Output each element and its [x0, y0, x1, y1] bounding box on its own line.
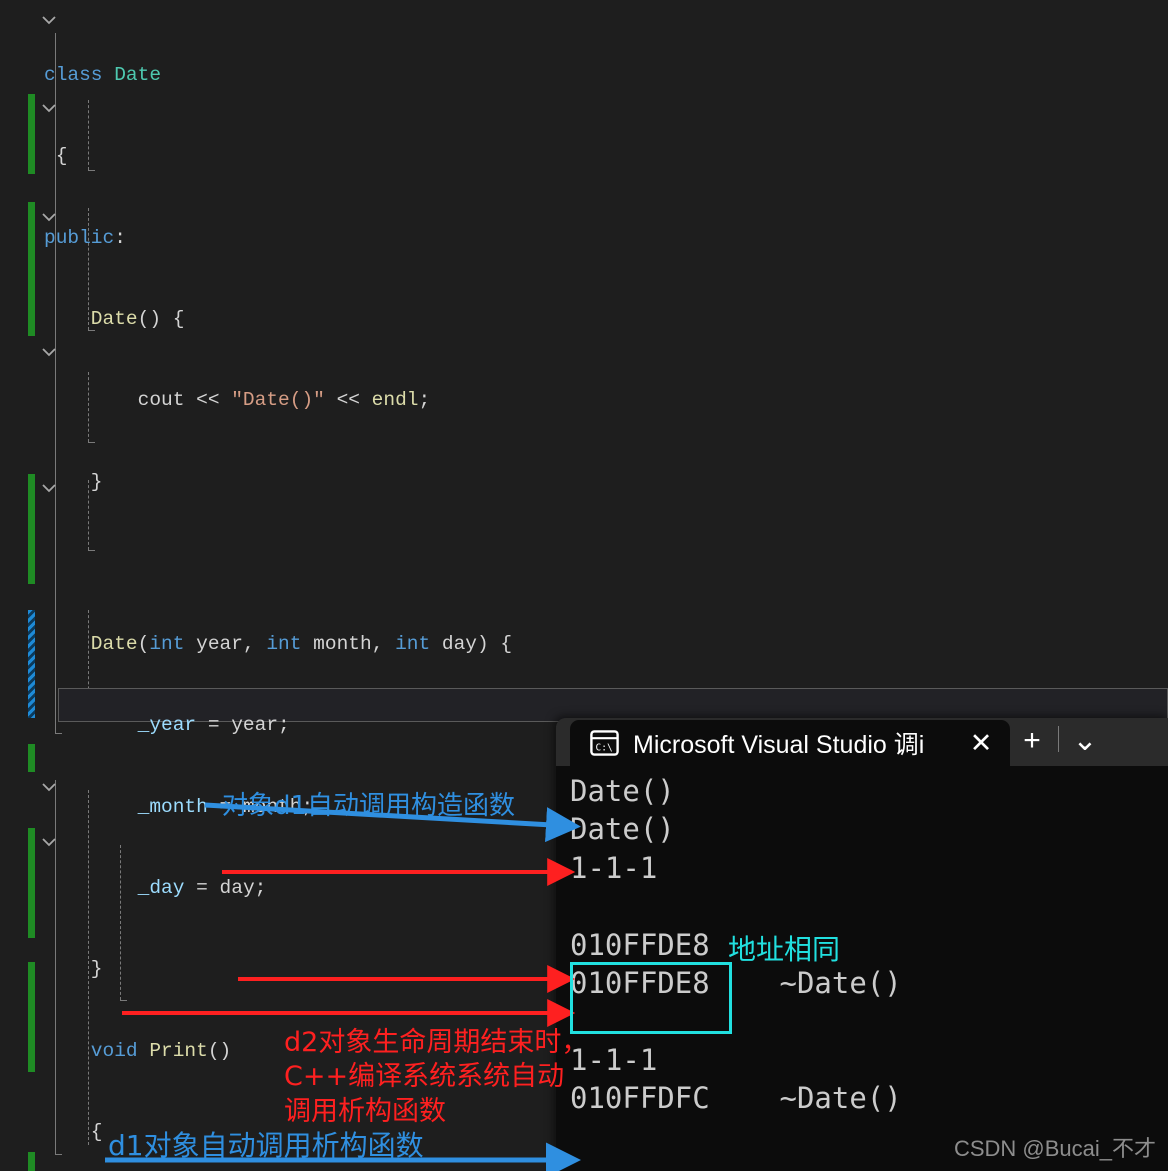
code-line[interactable]: {: [0, 143, 1168, 170]
screenshot-root: class Date { public: Date() { cout << "D…: [0, 0, 1168, 1171]
code-line[interactable]: class Date: [0, 62, 1168, 89]
close-icon[interactable]: ✕: [966, 729, 996, 757]
code-line[interactable]: Date() {: [0, 306, 1168, 333]
annotation-label-compiler-auto: C++编译系统系统自动: [284, 1061, 565, 1092]
console-cmd-icon: C:\: [590, 730, 619, 756]
console-window[interactable]: C:\ Microsoft Visual Studio 调i ✕ + ⌄ Dat…: [556, 718, 1168, 1171]
console-output-line: 1-1-1: [570, 1042, 658, 1077]
chevron-down-icon[interactable]: ⌄: [1063, 726, 1107, 756]
code-line[interactable]: [0, 550, 1168, 577]
console-output-line: 010FFDFC ~Date(): [570, 1081, 902, 1116]
console-output-line: 010FFDE8: [570, 927, 710, 962]
code-line[interactable]: }: [0, 469, 1168, 496]
console-tab-title: Microsoft Visual Studio 调i: [633, 731, 925, 759]
console-output-line: Date(): [570, 812, 675, 847]
console-tab-strip: C:\ Microsoft Visual Studio 调i ✕ + ⌄: [556, 718, 1168, 766]
console-tab[interactable]: C:\ Microsoft Visual Studio 调i ✕: [570, 720, 1010, 766]
code-line[interactable]: Date(int year, int month, int day) {: [0, 631, 1168, 658]
annotation-label-call-dtor: 调用析构函数: [284, 1096, 446, 1127]
code-line[interactable]: cout << "Date()" << endl;: [0, 387, 1168, 414]
annotation-label-same-address: 地址相同: [728, 933, 841, 966]
csdn-watermark: CSDN @Bucai_不才: [953, 1136, 1156, 1161]
code-line[interactable]: public:: [0, 225, 1168, 252]
annotation-label-d1-dtor: d1对象自动调用析构函数: [108, 1129, 424, 1162]
svg-text:C:\: C:\: [596, 743, 613, 754]
divider: [1058, 726, 1059, 752]
new-tab-button[interactable]: +: [1010, 726, 1054, 756]
console-output-line: Date(): [570, 774, 675, 808]
console-output-line: 1-1-1: [570, 850, 658, 885]
annotation-label-d1-ctor: 对象d1自动调用构造函数: [222, 791, 516, 821]
address-highlight-box: [570, 962, 732, 1034]
